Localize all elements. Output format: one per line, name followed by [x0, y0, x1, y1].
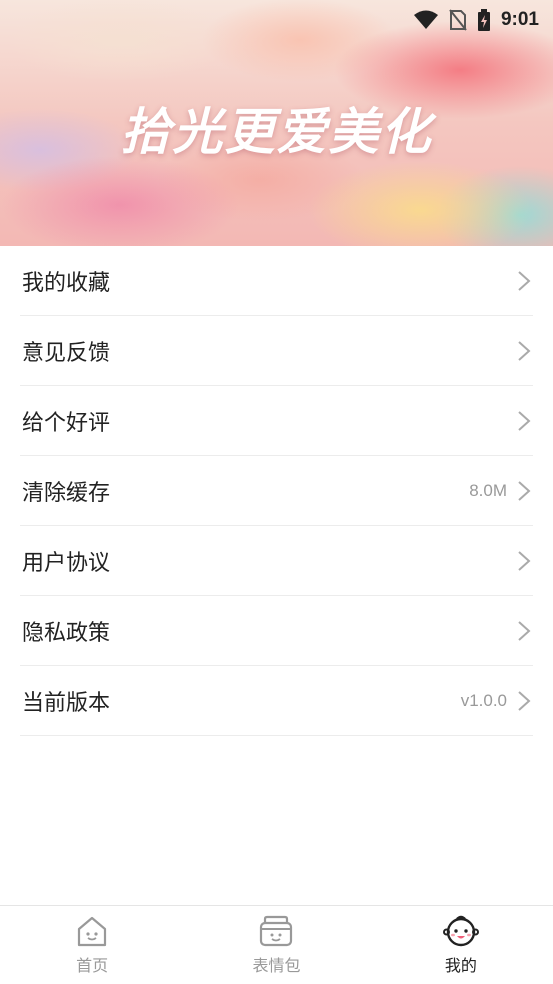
menu-item-label: 我的收藏 — [22, 270, 111, 296]
menu-item-clear-cache[interactable]: 清除缓存 8.0M — [20, 456, 533, 526]
status-time: 9:01 — [500, 9, 539, 30]
emoji-box-icon — [260, 915, 293, 947]
menu-item-label: 清除缓存 — [22, 480, 111, 506]
settings-menu: 我的收藏 意见反馈 给个好评 清除缓存 8.0M 用户协议 隐私政策 当前版本 … — [20, 246, 533, 736]
menu-item-label: 当前版本 — [22, 690, 111, 716]
hero-banner: 9:01 拾光更爱美化 — [0, 0, 553, 246]
chevron-right-icon — [518, 690, 531, 711]
battery-charging-icon — [477, 9, 490, 31]
status-bar: 9:01 — [413, 0, 553, 40]
bottom-tab-bar: 首页 表情包 我的 — [0, 905, 553, 984]
menu-item-label: 用户协议 — [22, 550, 111, 576]
tab-emoji[interactable]: 表情包 — [184, 906, 368, 984]
baby-face-icon — [442, 915, 479, 947]
version-value: v1.0.0 — [460, 690, 507, 710]
chevron-right-icon — [518, 410, 531, 431]
chevron-right-icon — [518, 270, 531, 291]
cache-size-value: 8.0M — [469, 480, 507, 500]
menu-item-feedback[interactable]: 意见反馈 — [20, 316, 533, 386]
menu-item-privacy-policy[interactable]: 隐私政策 — [20, 596, 533, 666]
menu-item-user-agreement[interactable]: 用户协议 — [20, 526, 533, 596]
hero-title: 拾光更爱美化 — [120, 102, 433, 161]
chevron-right-icon — [518, 340, 531, 361]
tab-label: 我的 — [444, 956, 477, 975]
chevron-right-icon — [518, 550, 531, 571]
menu-item-version[interactable]: 当前版本 v1.0.0 — [20, 666, 533, 736]
tab-label: 表情包 — [252, 956, 301, 975]
chevron-right-icon — [518, 620, 531, 641]
tab-label: 首页 — [76, 956, 109, 975]
chevron-right-icon — [518, 480, 531, 501]
tab-home[interactable]: 首页 — [0, 906, 184, 984]
menu-item-label: 给个好评 — [22, 410, 111, 436]
wifi-icon — [413, 10, 438, 29]
tab-mine[interactable]: 我的 — [369, 906, 553, 984]
no-sim-icon — [449, 9, 467, 31]
menu-item-rate[interactable]: 给个好评 — [20, 386, 533, 456]
home-icon — [78, 916, 107, 947]
menu-item-favorites[interactable]: 我的收藏 — [20, 246, 533, 316]
menu-item-label: 隐私政策 — [22, 620, 111, 646]
menu-item-label: 意见反馈 — [22, 340, 111, 366]
